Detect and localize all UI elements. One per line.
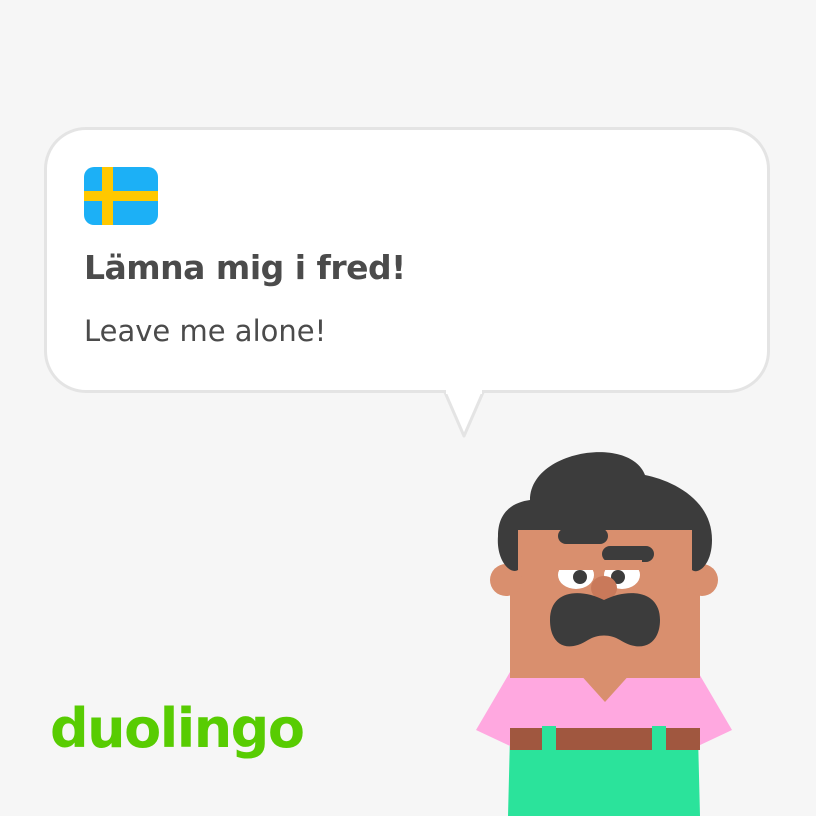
speech-bubble-tail-join [446, 386, 482, 394]
duolingo-logo: duolingo [50, 697, 305, 760]
phrase-text: Lämna mig i fred! [84, 248, 406, 287]
translation-text: Leave me alone! [84, 314, 327, 348]
speech-bubble-tail [442, 390, 486, 438]
promo-card-canvas: Lämna mig i fred! Leave me alone! duolin… [0, 0, 816, 816]
sweden-flag-icon [84, 167, 158, 225]
mustached-man-character-icon [476, 452, 732, 816]
